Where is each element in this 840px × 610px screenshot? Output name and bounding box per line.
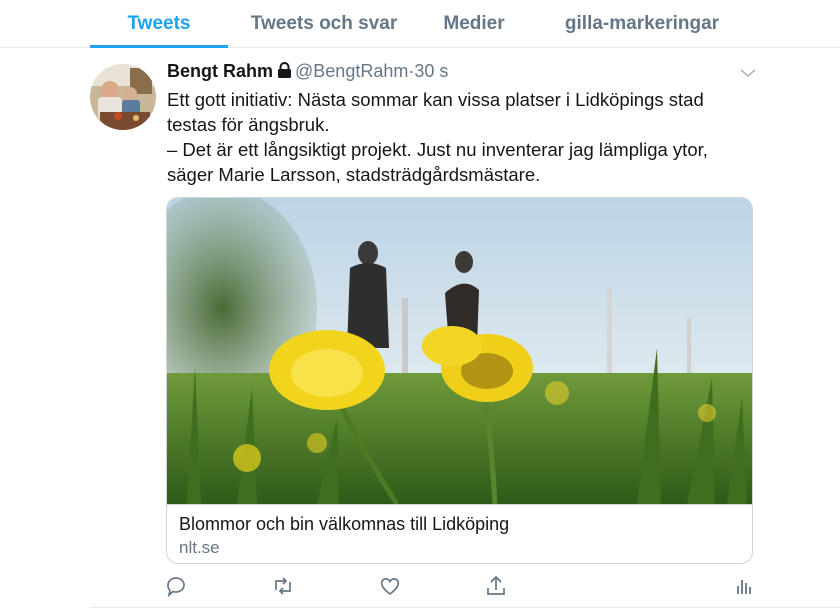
tab-likes[interactable]: gilla-markeringar <box>552 0 732 48</box>
active-tab-indicator <box>90 45 228 48</box>
tweet-header: Bengt Rahm @BengtRahm·30 s <box>167 61 448 85</box>
tab-tweets[interactable]: Tweets <box>90 0 228 48</box>
tab-tweets-and-replies[interactable]: Tweets och svar <box>238 0 410 48</box>
profile-tabs: Tweets Tweets och svar Medier gilla-mark… <box>0 0 840 48</box>
avatar-photo <box>90 64 156 130</box>
avatar[interactable] <box>90 64 156 130</box>
card-title: Blommor och bin välkomnas till Lidköping <box>179 514 510 534</box>
tweet-text: Ett gott initiativ: Nästa sommar kan vis… <box>167 87 747 187</box>
tweet-timestamp[interactable]: 30 s <box>414 61 448 81</box>
card-body: Blommor och bin välkomnas till Lidköping… <box>167 504 752 563</box>
author-name[interactable]: Bengt Rahm <box>167 61 273 81</box>
tweet-text-line: Ett gott initiativ: Nästa sommar kan vis… <box>167 89 704 110</box>
divider <box>90 607 840 608</box>
link-card[interactable]: Blommor och bin välkomnas till Lidköping… <box>166 197 753 564</box>
share-icon[interactable] <box>484 572 508 600</box>
tweet-actions <box>0 572 840 602</box>
card-domain: nlt.se <box>179 538 220 557</box>
reply-icon[interactable] <box>164 572 188 600</box>
tweet-text-line: – Det är ett långsiktigt projekt. Just n… <box>167 139 708 160</box>
card-image <box>167 198 752 504</box>
tweet-text-line: testas för ängsbruk. <box>167 114 330 135</box>
retweet-icon[interactable] <box>271 572 295 600</box>
chevron-down-icon[interactable] <box>738 65 758 81</box>
author-handle[interactable]: @BengtRahm <box>295 61 408 81</box>
lock-icon <box>277 62 292 84</box>
tab-media[interactable]: Medier <box>428 0 520 48</box>
like-icon[interactable] <box>378 572 402 600</box>
analytics-icon[interactable] <box>732 572 756 600</box>
tweet-text-line: säger Marie Larsson, stadsträdgårdsmästa… <box>167 164 541 185</box>
